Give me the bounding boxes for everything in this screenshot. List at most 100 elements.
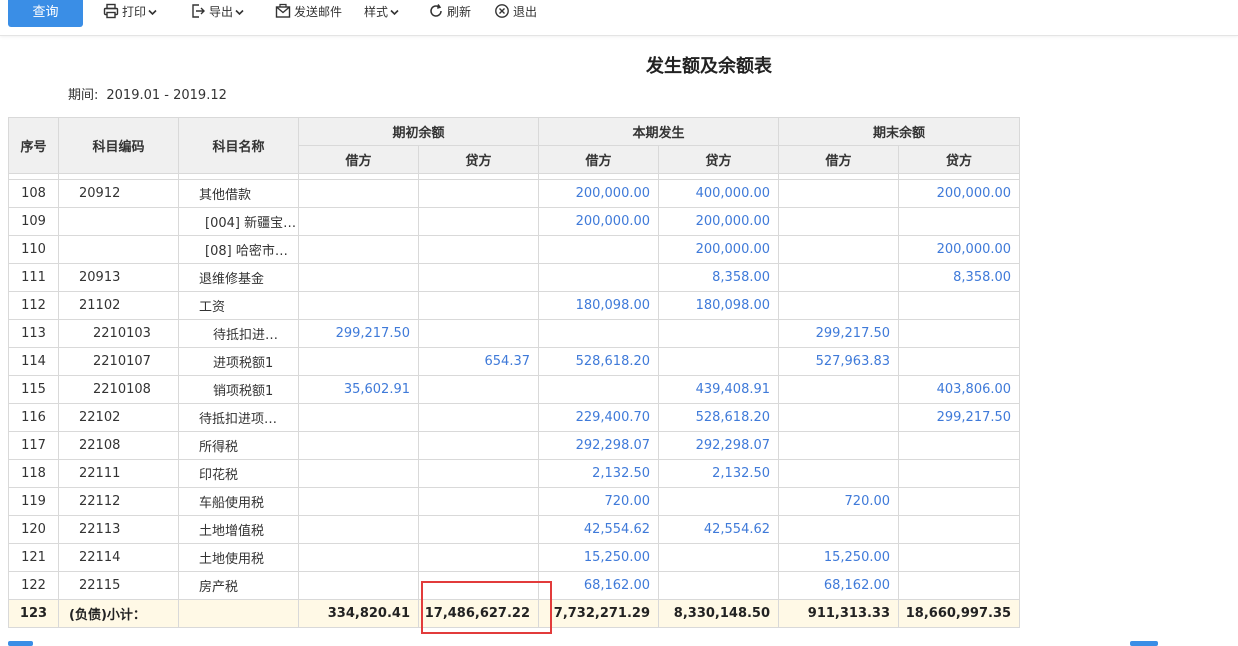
export-menu[interactable]: 导出 <box>190 3 244 23</box>
current-debit-cell <box>538 319 660 348</box>
opening-credit-cell <box>417 207 540 236</box>
current-debit-cell: 200,000.00 <box>538 179 660 208</box>
row-code: 2210107 <box>58 347 179 376</box>
style-menu[interactable]: 样式 <box>364 3 399 23</box>
row-seq: 121 <box>8 543 59 572</box>
current-debit-cell: 68,162.00 <box>538 571 660 600</box>
closing-debit-cell <box>778 235 900 264</box>
table-row[interactable]: 116 22102 待抵扣进项… 229,400.70 528,618.20 299,21… <box>8 403 1021 432</box>
row-seq: 113 <box>8 319 59 348</box>
closing-credit-cell <box>898 347 1021 376</box>
table-row[interactable]: 115 2210108 销项税额1 35,602.91 439,408.91 403,80… <box>8 375 1021 404</box>
row-seq: 117 <box>8 431 59 460</box>
row-code: 22111 <box>58 459 179 488</box>
table-row[interactable]: 113 2210103 待抵扣进… 299,217.50 299,217.50 <box>8 319 1021 348</box>
row-code: 22114 <box>58 543 179 572</box>
closing-credit-cell: 200,000.00 <box>898 179 1021 208</box>
table-row[interactable]: 119 22112 车船使用税 720.00 720.00 <box>8 487 1021 516</box>
current-credit-cell: 2,132.50 <box>658 459 780 488</box>
current-debit-cell <box>538 235 660 264</box>
current-credit-header: 贷方 <box>658 145 780 174</box>
opening-debit-cell <box>298 487 419 516</box>
table-row[interactable]: 110 [08] 哈密市… 200,000.00 200,000.00 <box>8 235 1021 264</box>
refresh-icon <box>430 4 442 17</box>
opening-debit-cell <box>298 403 419 432</box>
closing-credit-cell <box>898 543 1021 572</box>
table-row[interactable]: 108 20912 其他借款 200,000.00 400,000.00 200,000.… <box>8 179 1021 208</box>
table-row[interactable]: 114 2210107 进项税额1 654.37 528,618.20 527,963.8… <box>8 347 1021 376</box>
toolbar: 查询 打印 导出 发送邮件 样式 刷新 退出 <box>0 0 1238 36</box>
current-debit-cell: 200,000.00 <box>538 207 660 236</box>
print-menu[interactable]: 打印 <box>103 3 157 23</box>
closing-credit-cell <box>898 459 1021 488</box>
current-credit-cell: 42,554.62 <box>658 515 780 544</box>
chevron-down-icon <box>148 3 157 21</box>
table-row[interactable]: 112 21102 工资 180,098.00 180,098.00 <box>8 291 1021 320</box>
scrollbar-thumb[interactable] <box>8 641 33 646</box>
row-code: 22113 <box>58 515 179 544</box>
query-button[interactable]: 查询 <box>8 0 83 27</box>
current-credit-cell <box>658 319 780 348</box>
row-seq: 116 <box>8 403 59 432</box>
opening-debit-cell <box>298 571 419 600</box>
total-opening-debit: 334,820.41 <box>298 599 419 628</box>
closing-debit-cell <box>778 263 900 292</box>
row-seq: 112 <box>8 291 59 320</box>
refresh-label: 刷新 <box>447 5 472 19</box>
current-credit-cell: 292,298.07 <box>658 431 780 460</box>
chevron-down-icon <box>390 3 399 21</box>
closing-credit-cell <box>898 571 1021 600</box>
closing-credit-cell <box>898 319 1021 348</box>
row-code: 22102 <box>58 403 179 432</box>
opening-credit-header: 贷方 <box>417 145 540 174</box>
opening-credit-cell: 654.37 <box>417 347 540 376</box>
printer-icon <box>103 3 119 19</box>
opening-credit-cell <box>417 459 540 488</box>
table-row[interactable]: 117 22108 所得税 292,298.07 292,298.07 <box>8 431 1021 460</box>
row-code <box>58 207 179 236</box>
row-seq: 115 <box>8 375 59 404</box>
pagination-current[interactable] <box>1130 641 1158 646</box>
current-credit-cell: 8,358.00 <box>658 263 780 292</box>
row-name: 进项税额1 <box>178 347 299 376</box>
total-row: 123 (负债)小计： 334,820.41 17,486,627.22 7,732,2… <box>8 599 1021 628</box>
opening-debit-cell <box>298 179 419 208</box>
closing-credit-cell: 403,806.00 <box>898 375 1021 404</box>
exit-label: 退出 <box>513 5 538 19</box>
opening-debit-cell <box>298 291 419 320</box>
table-row[interactable]: 109 [004] 新疆宝… 200,000.00 200,000.00 <box>8 207 1021 236</box>
table-row[interactable]: 122 22115 房产税 68,162.00 68,162.00 <box>8 571 1021 600</box>
opening-credit-cell <box>417 319 540 348</box>
current-debit-cell: 2,132.50 <box>538 459 660 488</box>
table-row[interactable]: 120 22113 土地增值税 42,554.62 42,554.62 <box>8 515 1021 544</box>
table-row[interactable]: 111 20913 退维修基金 8,358.00 8,358.00 <box>8 263 1021 292</box>
row-code: 20912 <box>58 179 179 208</box>
total-closing-debit: 911,313.33 <box>778 599 900 628</box>
closing-debit-cell <box>778 431 900 460</box>
table-row[interactable]: 121 22114 土地使用税 15,250.00 15,250.00 <box>8 543 1021 572</box>
row-seq: 122 <box>8 571 59 600</box>
total-label: (负债)小计： <box>58 599 179 628</box>
row-code: 21102 <box>58 291 179 320</box>
opening-credit-cell <box>417 543 540 572</box>
closing-credit-cell: 8,358.00 <box>898 263 1021 292</box>
total-seq: 123 <box>8 599 59 628</box>
row-name: 土地使用税 <box>178 543 299 572</box>
table-body: 108 20912 其他借款 200,000.00 400,000.00 200,000.… <box>8 173 1021 628</box>
row-seq: 118 <box>8 459 59 488</box>
closing-debit-cell: 299,217.50 <box>778 319 900 348</box>
current-credit-cell: 528,618.20 <box>658 403 780 432</box>
send-mail-button[interactable]: 发送邮件 <box>275 3 342 23</box>
refresh-button[interactable]: 刷新 <box>428 3 471 23</box>
closing-credit-cell <box>898 207 1021 236</box>
current-debit-cell <box>538 375 660 404</box>
closing-credit-cell <box>898 291 1021 320</box>
row-code: 22112 <box>58 487 179 516</box>
row-name: 土地增值税 <box>178 515 299 544</box>
style-label: 样式 <box>364 5 389 19</box>
row-name: 所得税 <box>178 431 299 460</box>
row-name: 房产税 <box>178 571 299 600</box>
table-row[interactable]: 118 22111 印花税 2,132.50 2,132.50 <box>8 459 1021 488</box>
exit-button[interactable]: 退出 <box>494 3 537 23</box>
closing-credit-cell <box>898 487 1021 516</box>
